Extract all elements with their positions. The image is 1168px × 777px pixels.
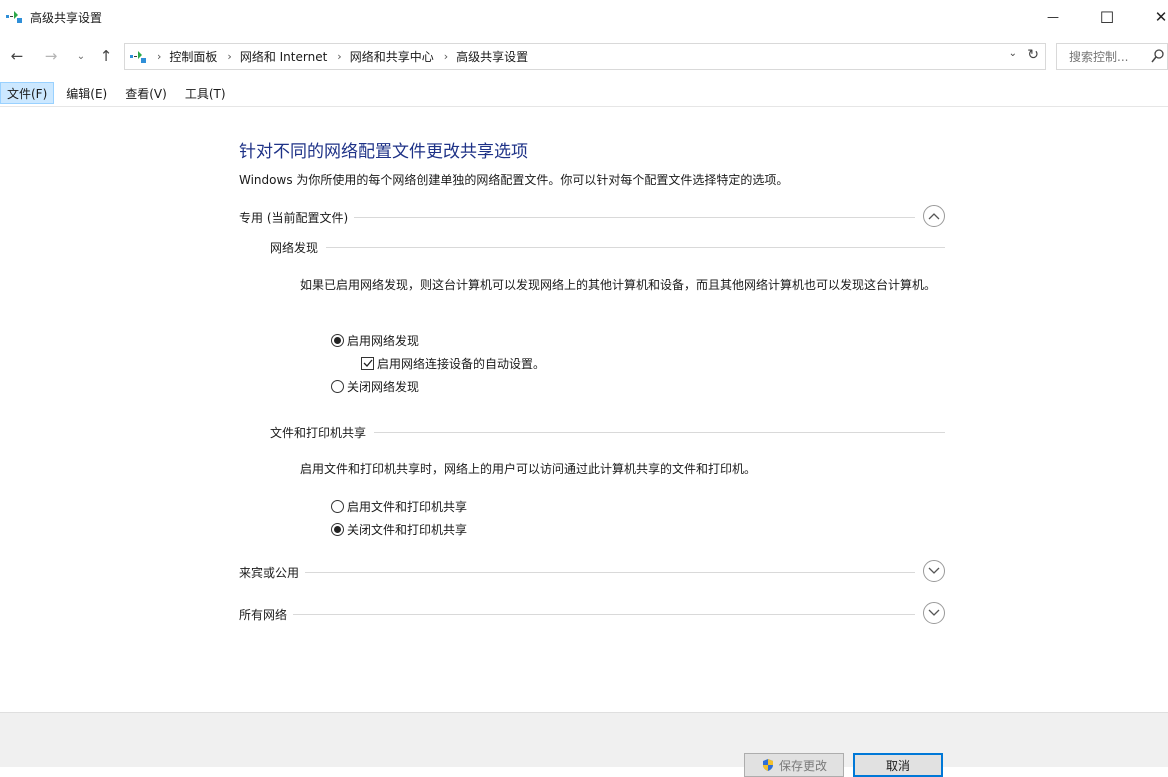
save-button-label: 保存更改 <box>778 758 827 773</box>
breadcrumb-advanced-sharing[interactable]: 高级共享设置 <box>456 48 528 65</box>
breadcrumb-separator-icon: › <box>157 50 162 63</box>
forward-button[interactable]: → <box>40 46 62 66</box>
breadcrumb-separator-icon[interactable]: › <box>444 50 448 63</box>
search-input[interactable] <box>1067 48 1157 65</box>
breadcrumb-network-sharing-center[interactable]: 网络和共享中心 <box>350 48 434 65</box>
back-button[interactable]: ← <box>6 46 28 66</box>
radio-disable-sharing[interactable]: 关闭文件和打印机共享 <box>331 521 467 538</box>
search-icon[interactable] <box>1151 48 1165 64</box>
cancel-button-label: 取消 <box>885 758 910 773</box>
chevron-down-icon: ⌄ <box>76 50 86 62</box>
close-icon: ✕ <box>1154 8 1168 26</box>
menu-bar: 文件(F) 编辑(E) 查看(V) 工具(T) <box>0 82 1168 106</box>
radio-unselected-icon[interactable] <box>331 500 344 513</box>
radio-selected-icon[interactable] <box>331 523 344 536</box>
menu-file[interactable]: 文件(F) <box>0 82 55 104</box>
file-printer-sharing-label: 文件和打印机共享 <box>270 424 375 441</box>
option-label: 关闭网络发现 <box>347 380 420 394</box>
network-discovery-label: 网络发现 <box>270 239 327 256</box>
save-changes-button[interactable]: 保存更改 <box>744 753 844 777</box>
window-title: 高级共享设置 <box>30 11 103 25</box>
checkbox-checked-icon[interactable] <box>361 357 374 370</box>
breadcrumb-separator-icon[interactable]: › <box>227 50 231 63</box>
footer-bar: 保存更改 取消 <box>0 712 1168 777</box>
section-guest-public[interactable]: 来宾或公用 <box>239 560 945 584</box>
radio-enable-discovery[interactable]: 启用网络发现 <box>331 332 419 349</box>
menu-tools[interactable]: 工具(T) <box>179 82 232 104</box>
checkbox-auto-setup[interactable]: 启用网络连接设备的自动设置。 <box>361 355 545 372</box>
file-printer-sharing-description: 启用文件和打印机共享时，网络上的用户可以访问通过此计算机共享的文件和打印机。 <box>300 462 757 476</box>
section-guest-label: 来宾或公用 <box>239 564 306 581</box>
chevron-down-icon[interactable] <box>923 602 945 624</box>
refresh-icon[interactable]: ↻ <box>1027 47 1039 63</box>
section-private-profile[interactable]: 专用 (当前配置文件) <box>239 205 945 229</box>
section-all-networks[interactable]: 所有网络 <box>239 602 945 626</box>
chevron-down-icon[interactable] <box>923 560 945 582</box>
subsection-file-printer-sharing: 文件和打印机共享 <box>270 421 945 441</box>
address-dropdown-icon[interactable]: ⌄ <box>1009 48 1017 59</box>
section-private-label: 专用 (当前配置文件) <box>239 209 355 226</box>
section-all-networks-label: 所有网络 <box>239 606 294 623</box>
maximize-icon: ☐ <box>1099 7 1115 27</box>
chevron-up-icon[interactable] <box>923 205 945 227</box>
breadcrumb-network-internet[interactable]: 网络和 Internet <box>240 48 327 65</box>
title-bar: 高级共享设置 — ☐ ✕ <box>0 0 1168 36</box>
radio-unselected-icon[interactable] <box>331 380 344 393</box>
radio-enable-sharing[interactable]: 启用文件和打印机共享 <box>331 498 467 515</box>
page-description: Windows 为你所使用的每个网络创建单独的网络配置文件。你可以针对每个配置文… <box>239 173 789 187</box>
page-title: 针对不同的网络配置文件更改共享选项 <box>239 142 528 162</box>
shield-icon <box>762 759 773 771</box>
divider <box>239 572 915 573</box>
network-icon <box>6 11 22 23</box>
divider <box>239 614 915 615</box>
radio-selected-icon[interactable] <box>331 334 344 347</box>
navigation-bar: ← → ⌄ ↑ › 控制面板 › 网络和 Internet › 网络和共享中心 … <box>0 40 1168 72</box>
recent-locations-button[interactable]: ⌄ <box>70 46 92 66</box>
option-label: 关闭文件和打印机共享 <box>347 523 468 537</box>
breadcrumb-control-panel[interactable]: 控制面板 <box>169 48 217 65</box>
arrow-up-icon: ↑ <box>99 47 113 65</box>
option-label: 启用网络连接设备的自动设置。 <box>377 357 546 371</box>
radio-disable-discovery[interactable]: 关闭网络发现 <box>331 378 419 395</box>
menu-view[interactable]: 查看(V) <box>119 82 173 104</box>
minimize-button[interactable]: — <box>1030 0 1076 34</box>
subsection-network-discovery: 网络发现 <box>270 236 945 256</box>
divider <box>270 247 945 248</box>
up-button[interactable]: ↑ <box>95 46 117 66</box>
arrow-right-icon: → <box>44 47 58 65</box>
option-label: 启用网络发现 <box>347 334 420 348</box>
close-button[interactable]: ✕ <box>1138 0 1168 34</box>
network-icon <box>130 50 146 63</box>
main-content: 针对不同的网络配置文件更改共享选项 Windows 为你所使用的每个网络创建单独… <box>0 107 1168 712</box>
address-bar[interactable]: › 控制面板 › 网络和 Internet › 网络和共享中心 › 高级共享设置… <box>124 43 1046 70</box>
network-discovery-description: 如果已启用网络发现，则这台计算机可以发现网络上的其他计算机和设备，而且其他网络计… <box>300 278 937 292</box>
arrow-left-icon: ← <box>10 47 24 65</box>
search-box[interactable] <box>1056 43 1168 70</box>
menu-edit[interactable]: 编辑(E) <box>60 82 113 104</box>
minimize-icon: — <box>1047 10 1059 24</box>
breadcrumb-separator-icon[interactable]: › <box>337 50 341 63</box>
option-label: 启用文件和打印机共享 <box>347 500 468 514</box>
cancel-button[interactable]: 取消 <box>853 753 943 777</box>
maximize-button[interactable]: ☐ <box>1084 0 1130 34</box>
